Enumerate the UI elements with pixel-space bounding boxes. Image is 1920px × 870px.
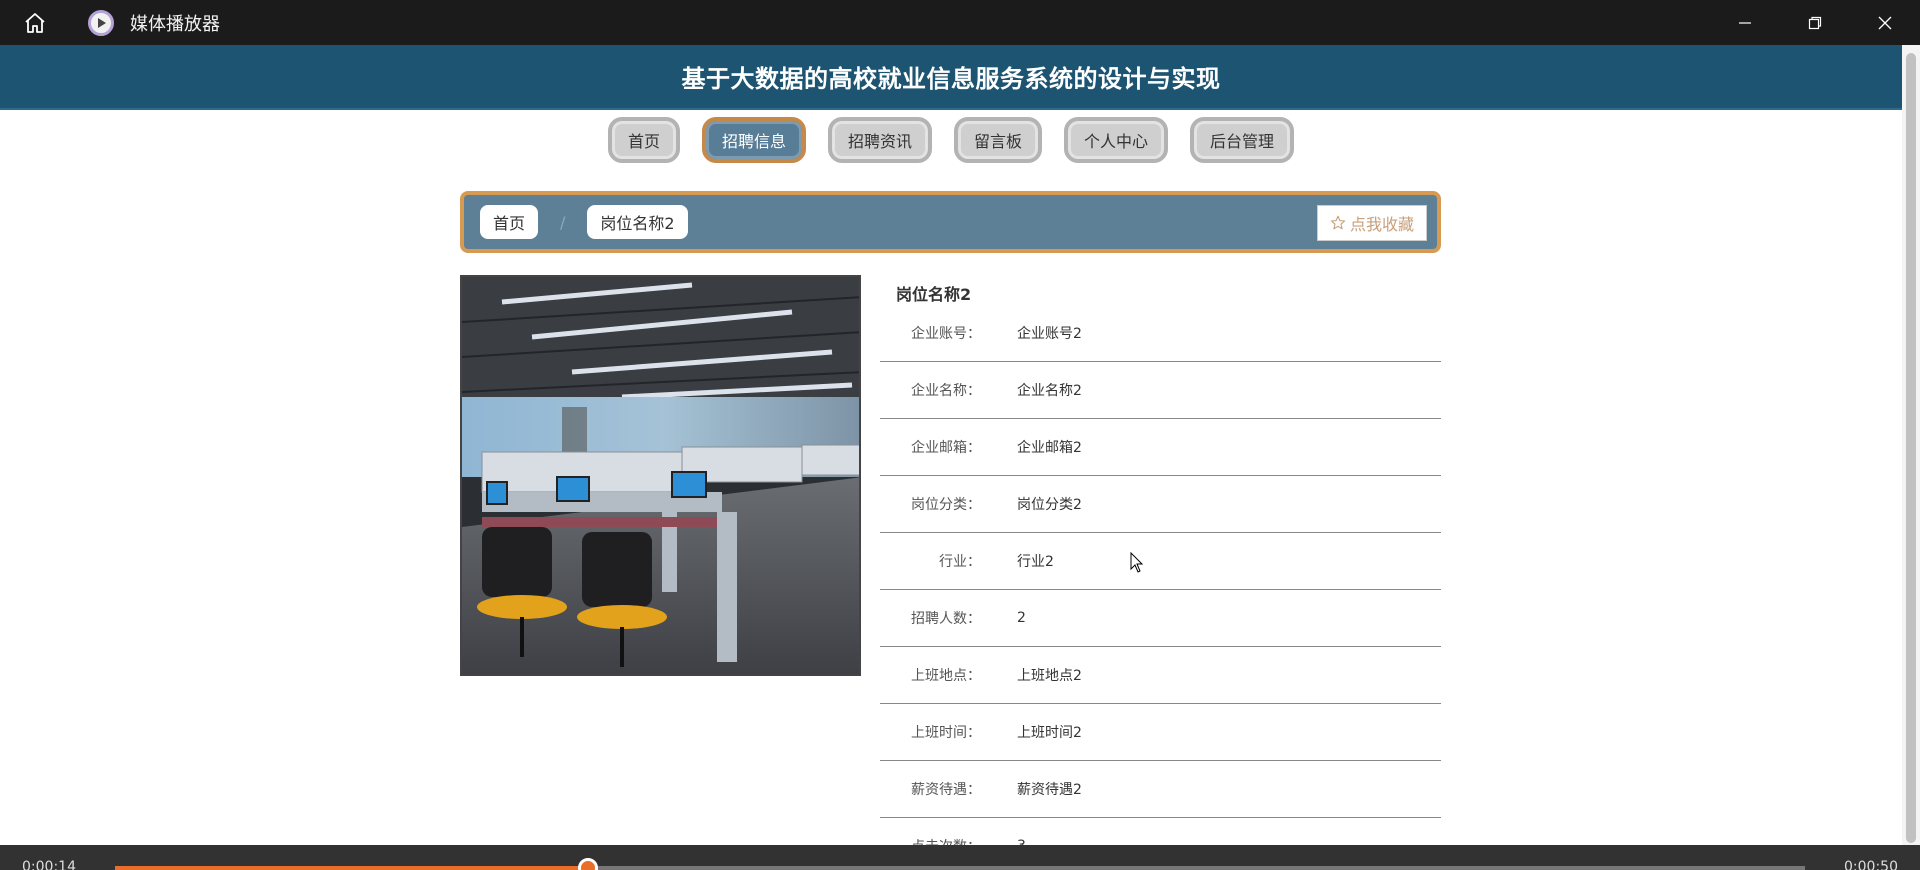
- detail-row-job-category: 岗位分类： 岗位分类2: [880, 476, 1441, 533]
- field-value: 企业邮箱2: [1017, 440, 1082, 456]
- field-value: 行业2: [1017, 554, 1054, 570]
- home-button[interactable]: [0, 0, 70, 45]
- main-nav: 首页 招聘信息 招聘资讯 留言板 个人中心 后台管理: [0, 117, 1902, 163]
- mouse-cursor-icon: [1130, 552, 1144, 573]
- favorite-button[interactable]: 点我收藏: [1316, 205, 1427, 241]
- field-label: 企业邮箱：: [911, 440, 981, 456]
- nav-message-board[interactable]: 留言板: [954, 117, 1043, 163]
- vertical-scrollbar[interactable]: [1902, 45, 1920, 845]
- close-button[interactable]: [1850, 0, 1920, 45]
- field-label: 企业名称：: [911, 383, 981, 399]
- breadcrumb-separator: /: [560, 212, 566, 232]
- field-label: 招聘人数：: [911, 611, 981, 627]
- minimize-icon: [1739, 21, 1751, 24]
- job-image: [460, 275, 861, 676]
- field-value: 2: [1017, 610, 1026, 626]
- detail-row-company-email: 企业邮箱： 企业邮箱2: [880, 419, 1441, 476]
- player-titlebar: 媒体播放器: [0, 0, 1920, 45]
- nav-personal-center[interactable]: 个人中心: [1064, 117, 1169, 163]
- progress-fill: [115, 866, 589, 870]
- nav-admin[interactable]: 后台管理: [1190, 117, 1295, 163]
- field-label: 岗位分类：: [911, 497, 981, 513]
- field-value: 企业账号2: [1017, 326, 1082, 342]
- breadcrumb-current[interactable]: 岗位名称2: [587, 205, 688, 239]
- detail-row-company-name: 企业名称： 企业名称2: [880, 362, 1441, 419]
- field-value: 薪资待遇2: [1017, 782, 1082, 798]
- office-photo: [462, 277, 859, 674]
- field-value: 上班地点2: [1017, 668, 1082, 684]
- field-label: 薪资待遇：: [911, 782, 981, 798]
- job-detail: 岗位名称2 企业账号： 企业账号2 企业名称： 企业名称2 企业邮箱： 企业邮箱…: [880, 275, 1441, 870]
- minimize-button[interactable]: [1710, 0, 1780, 45]
- player-controls: 0:00:14 0:00:50: [0, 845, 1920, 870]
- scrollbar-thumb[interactable]: [1906, 53, 1916, 843]
- site-header: 基于大数据的高校就业信息服务系统的设计与实现: [0, 45, 1902, 110]
- progress-bar[interactable]: [115, 858, 1805, 870]
- restore-icon: [1808, 16, 1822, 29]
- site-title: 基于大数据的高校就业信息服务系统的设计与实现: [681, 65, 1221, 93]
- star-icon: [1330, 215, 1346, 230]
- field-value: 企业名称2: [1017, 383, 1082, 399]
- field-label: 行业：: [939, 554, 981, 570]
- progress-knob[interactable]: [578, 858, 599, 870]
- media-player-app-icon: [88, 9, 114, 36]
- restore-button[interactable]: [1780, 0, 1850, 45]
- detail-row-salary: 薪资待遇： 薪资待遇2: [880, 761, 1441, 818]
- field-label: 上班时间：: [911, 725, 981, 741]
- field-value: 上班时间2: [1017, 725, 1082, 741]
- nav-home[interactable]: 首页: [607, 117, 680, 163]
- detail-row-headcount: 招聘人数： 2: [880, 590, 1441, 647]
- detail-row-work-location: 上班地点： 上班地点2: [880, 647, 1441, 704]
- field-label: 上班地点：: [911, 668, 981, 684]
- breadcrumb-home[interactable]: 首页: [480, 205, 539, 239]
- close-icon: [1878, 16, 1892, 29]
- field-label: 企业账号：: [911, 326, 981, 342]
- nav-recruitment-info[interactable]: 招聘信息: [701, 117, 806, 163]
- breadcrumb: 首页 / 岗位名称2 点我收藏: [460, 191, 1441, 253]
- total-time: 0:00:50: [1844, 859, 1898, 870]
- nav-recruitment-news[interactable]: 招聘资讯: [827, 117, 932, 163]
- home-icon: [25, 12, 45, 33]
- field-value: 岗位分类2: [1017, 497, 1082, 513]
- detail-row-work-hours: 上班时间： 上班时间2: [880, 704, 1441, 761]
- detail-row-industry: 行业： 行业2: [880, 533, 1441, 590]
- current-time: 0:00:14: [22, 859, 76, 870]
- favorite-label: 点我收藏: [1349, 215, 1414, 234]
- window-title: 媒体播放器: [130, 13, 220, 35]
